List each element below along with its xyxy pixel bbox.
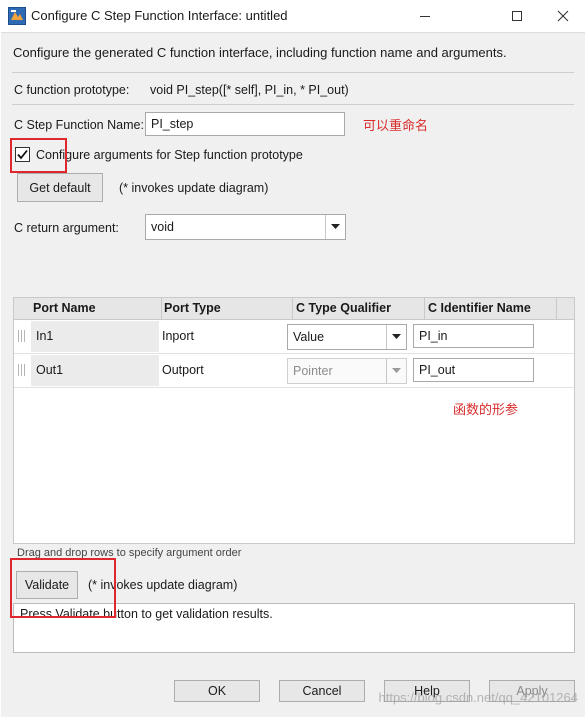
annotation-highlight-box [10, 558, 116, 618]
column-header[interactable]: C Type Qualifier [296, 301, 391, 315]
maximize-icon [512, 11, 522, 21]
dropdown-arrow-icon [386, 359, 406, 383]
cancel-button[interactable]: Cancel [279, 680, 365, 702]
get-default-button[interactable]: Get default [17, 173, 103, 202]
column-header[interactable]: Port Name [33, 301, 96, 315]
minimize-button[interactable] [402, 0, 448, 32]
ok-button[interactable]: OK [174, 680, 260, 702]
close-icon [557, 10, 569, 22]
column-divider [424, 298, 425, 320]
configure-arguments-label: Configure arguments for Step function pr… [36, 148, 303, 162]
watermark: https://blog.csdn.net/qq_42101264 [378, 690, 579, 705]
separator [12, 104, 574, 105]
table-row[interactable]: In1 Inport Value [14, 320, 574, 354]
drag-handle-icon[interactable] [17, 330, 25, 342]
minimize-icon [420, 16, 430, 17]
identifier-name-input[interactable] [413, 358, 534, 382]
annotation-highlight-box [10, 138, 67, 173]
dialog-description: Configure the generated C function inter… [13, 45, 507, 60]
return-argument-value: void [151, 220, 174, 234]
matlab-app-icon [8, 7, 26, 25]
type-qualifier-value: Value [293, 330, 325, 344]
arguments-table: Port Name Port Type C Type Qualifier C I… [13, 297, 575, 544]
port-name-cell: In1 [31, 321, 159, 352]
separator [12, 72, 574, 73]
table-row[interactable]: Out1 Outport Pointer [14, 354, 574, 388]
column-header[interactable]: Port Type [164, 301, 221, 315]
step-function-label: C Step Function Name: [14, 118, 144, 132]
return-argument-label: C return argument: [14, 221, 119, 235]
table-header: Port Name Port Type C Type Qualifier C I… [14, 298, 574, 320]
column-divider [556, 298, 557, 320]
return-argument-select[interactable]: void [145, 214, 346, 240]
prototype-label: C function prototype: [14, 83, 130, 97]
port-type-cell: Inport [162, 329, 194, 343]
type-qualifier-select: Pointer [287, 358, 407, 384]
step-function-name-input[interactable] [145, 112, 345, 136]
port-type-cell: Outport [162, 363, 204, 377]
get-default-note: (* invokes update diagram) [119, 181, 269, 195]
column-divider [161, 298, 162, 320]
identifier-name-input[interactable] [413, 324, 534, 348]
type-qualifier-value: Pointer [293, 364, 333, 378]
port-name-cell: Out1 [31, 355, 159, 386]
dropdown-arrow-icon [325, 215, 345, 239]
type-qualifier-select[interactable]: Value [287, 324, 407, 350]
parameters-annotation: 函数的形参 [453, 402, 519, 417]
rename-annotation: 可以重命名 [363, 118, 429, 133]
close-button[interactable] [540, 0, 586, 32]
dropdown-arrow-icon [386, 325, 406, 349]
prototype-value: void PI_step([* self], PI_in, * PI_out) [150, 83, 349, 97]
column-divider [292, 298, 293, 320]
window-title: Configure C Step Function Interface: unt… [31, 8, 288, 23]
maximize-button[interactable] [494, 0, 540, 32]
drag-handle-icon[interactable] [17, 364, 25, 376]
title-bar: Configure C Step Function Interface: unt… [0, 0, 586, 32]
column-header[interactable]: C Identifier Name [428, 301, 531, 315]
